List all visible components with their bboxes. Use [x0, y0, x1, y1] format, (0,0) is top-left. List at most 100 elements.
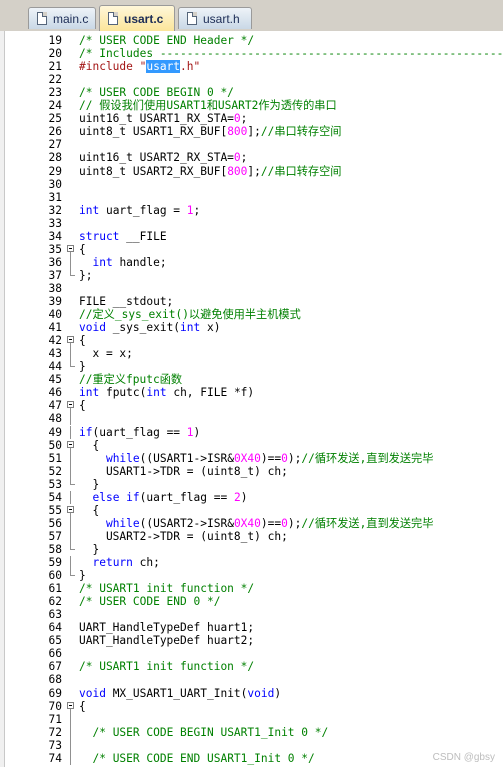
code-text: void MX_USART1_UART_Init(void) — [79, 686, 282, 700]
line-number: 47 — [48, 399, 62, 413]
fold-guide — [66, 360, 76, 373]
code-text: while((USART1->ISR&0X40)==0);//循环发送,直到发送… — [105, 451, 434, 465]
code-text: /* USER CODE END Header */ — [79, 34, 255, 47]
line-number: 59 — [48, 556, 62, 569]
fold-guide — [66, 451, 76, 465]
line-number: 60 — [48, 569, 62, 583]
fold-collapse-icon[interactable] — [66, 504, 76, 517]
fold-guide — [66, 464, 76, 478]
line-number: 43 — [48, 347, 62, 361]
line-number: 57 — [48, 529, 62, 543]
line-number: 30 — [48, 177, 62, 191]
line-number: 45 — [48, 373, 62, 387]
line-number: 38 — [48, 281, 62, 295]
fold-guide — [66, 347, 76, 361]
code-text: x = x; — [79, 347, 133, 361]
code-text: USART1->TDR = (uint8_t) ch; — [79, 464, 288, 478]
code-text: uint16_t USART1_RX_STA=0; — [79, 112, 248, 126]
line-number: 53 — [48, 477, 62, 491]
fold-guide — [66, 268, 76, 282]
code-text: struct __FILE — [79, 229, 167, 243]
code-text: /* USART1 init function */ — [79, 582, 255, 596]
code-text: UART_HandleTypeDef huart2; — [79, 634, 255, 648]
line-number: 41 — [48, 321, 62, 335]
fold-collapse-icon[interactable] — [66, 243, 76, 256]
fold-guide — [66, 529, 76, 543]
code-text: { — [79, 334, 86, 348]
code-text: { — [79, 242, 86, 256]
code-text: } — [79, 360, 86, 374]
code-text: int fputc(int ch, FILE *f) — [79, 386, 255, 400]
code-text: //重定义fputc函数 — [79, 373, 183, 387]
code-text: } — [79, 542, 100, 556]
line-number: 46 — [48, 386, 62, 400]
line-number: 65 — [48, 634, 62, 648]
line-number: 42 — [48, 334, 62, 348]
fold-collapse-icon[interactable] — [66, 439, 76, 452]
line-number: 63 — [48, 608, 62, 622]
line-number: 33 — [48, 216, 62, 230]
code-text: } — [79, 569, 86, 583]
code-text: }; — [79, 268, 93, 282]
line-number: 35 — [48, 242, 62, 256]
fold-guide — [66, 490, 76, 504]
line-number: 52 — [48, 464, 62, 478]
fold-guide — [66, 556, 76, 569]
line-number: 22 — [48, 73, 62, 87]
code-text: int handle; — [92, 255, 167, 269]
line-number: 36 — [48, 255, 62, 269]
fold-guide — [66, 738, 76, 752]
fold-guide — [66, 542, 76, 556]
fold-guide — [66, 255, 76, 269]
line-number: 28 — [48, 151, 62, 165]
code-text: /* USART1 init function */ — [79, 660, 255, 674]
c-file-icon — [37, 12, 47, 25]
code-text: else if(uart_flag == 2) — [92, 490, 248, 504]
fold-guide — [66, 425, 76, 439]
code-text: /* USER CODE END 0 */ — [79, 595, 221, 609]
fold-collapse-icon[interactable] — [66, 700, 76, 713]
line-number: 49 — [48, 425, 62, 439]
tab-usart-h[interactable]: usart.h — [178, 7, 252, 29]
line-number: 48 — [48, 412, 62, 426]
h-file-icon — [187, 12, 197, 25]
code-text: return ch; — [92, 556, 160, 569]
line-number: 67 — [48, 660, 62, 674]
line-number: 44 — [48, 360, 62, 374]
editor-margin — [0, 31, 5, 767]
line-number: 25 — [48, 112, 62, 126]
tab-label: usart.c — [124, 11, 164, 26]
fold-collapse-icon[interactable] — [66, 334, 76, 348]
code-text: { — [79, 503, 100, 517]
code-text: { — [79, 399, 86, 413]
fold-collapse-icon[interactable] — [66, 399, 76, 413]
fold-guide — [66, 516, 76, 530]
line-number: 72 — [48, 725, 62, 739]
tab-usart-c[interactable]: usart.c — [99, 5, 175, 31]
line-number: 29 — [48, 164, 62, 178]
line-number: 69 — [48, 686, 62, 700]
code-text: void _sys_exit(int x) — [79, 321, 221, 335]
line-number: 32 — [48, 203, 62, 217]
tab-main-c[interactable]: main.c — [28, 7, 96, 29]
line-number: 54 — [48, 490, 62, 504]
code-text: /* Includes ----------------------------… — [79, 47, 503, 61]
line-number: 71 — [48, 712, 62, 726]
line-number: 56 — [48, 516, 62, 530]
code-text: uint16_t USART2_RX_STA=0; — [79, 151, 248, 165]
line-number: 74 — [48, 751, 62, 765]
line-number: 27 — [48, 138, 62, 152]
line-number: 50 — [48, 438, 62, 452]
tab-label: usart.h — [203, 11, 240, 26]
line-number: 55 — [48, 503, 62, 517]
code-text: uint8_t USART1_RX_BUF[800];//串口转存空间 — [79, 125, 342, 139]
line-number: 20 — [48, 47, 62, 61]
code-text: int uart_flag = 1; — [79, 203, 201, 217]
code-editor[interactable]: 19 /* USER CODE END Header */ 20 /* Include… — [0, 31, 503, 767]
line-number: 21 — [48, 60, 62, 74]
line-number: 40 — [48, 308, 62, 322]
code-text: { — [79, 438, 100, 452]
code-text: USART2->TDR = (uint8_t) ch; — [79, 529, 288, 543]
fold-guide — [66, 725, 76, 739]
code-text: // 假设我们使用USART1和USART2作为透传的串口 — [79, 99, 337, 113]
